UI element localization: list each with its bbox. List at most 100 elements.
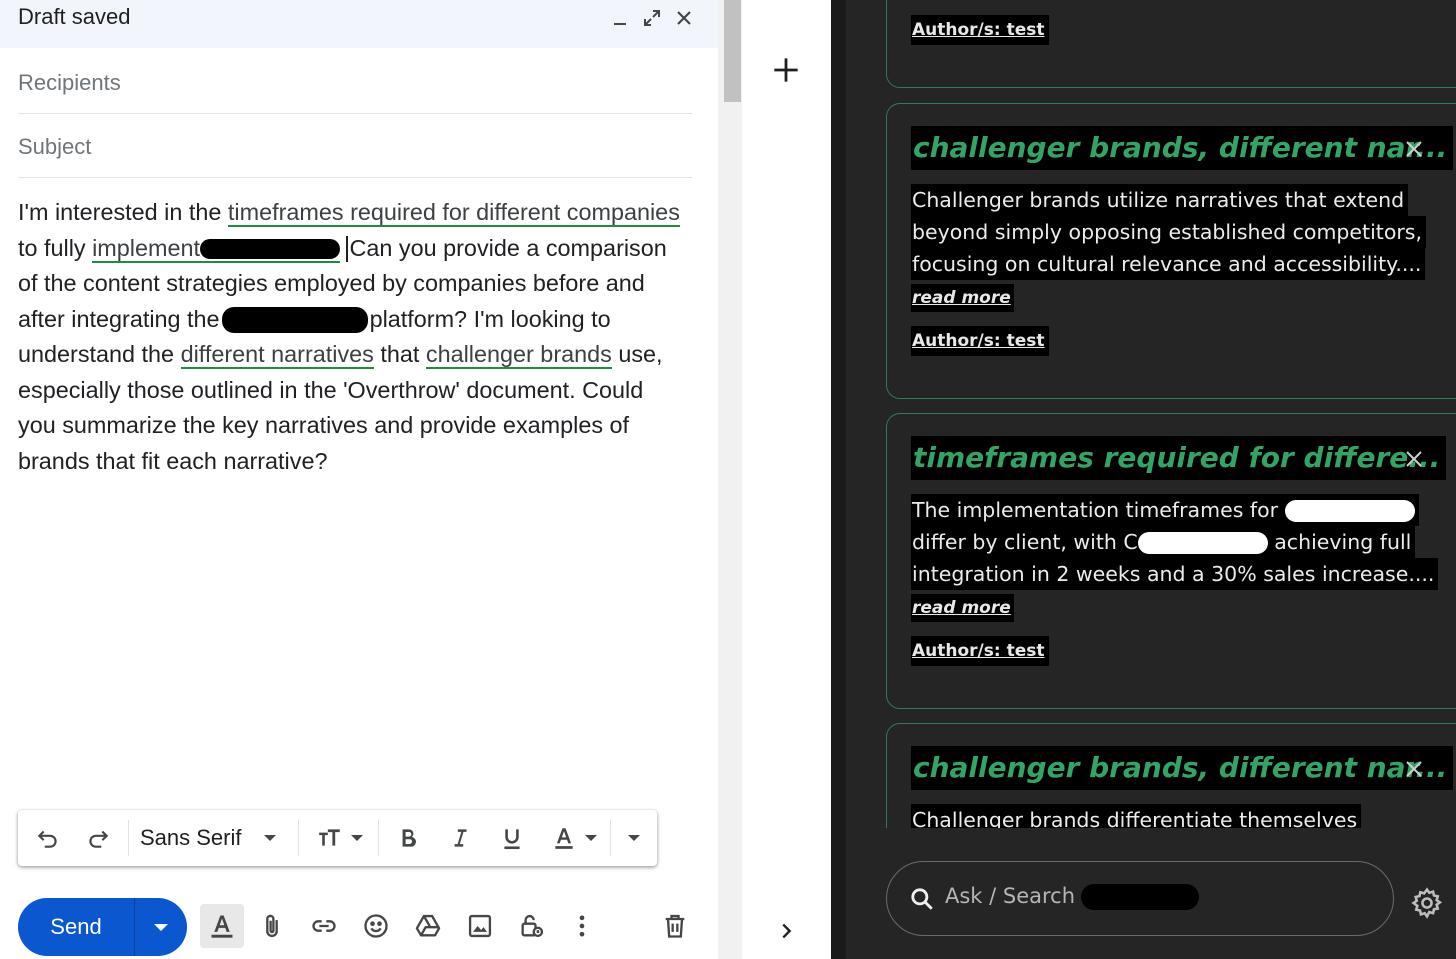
text-color-icon (555, 828, 573, 849)
formatting-toolbar: Sans Serif (18, 810, 657, 866)
body-text-segment: I'm interested in the (18, 199, 228, 225)
compose-scrollbar-thumb[interactable] (724, 0, 741, 102)
minimize-icon[interactable] (608, 6, 632, 30)
font-size-select[interactable] (310, 822, 370, 854)
undo-icon[interactable] (32, 822, 64, 854)
grammar-suggestion[interactable]: challenger brands (425, 341, 612, 369)
body-text-segment: platform? I'm looking to (369, 305, 611, 332)
expand-icon[interactable] (640, 6, 664, 30)
toolbar-divider (378, 820, 379, 856)
add-icon[interactable] (770, 54, 802, 86)
result-card: Author/s: test (886, 0, 1456, 88)
font-family-label: Sans Serif (140, 825, 242, 850)
drive-icon[interactable] (408, 906, 448, 946)
toolbar-divider (610, 820, 611, 856)
summary-text: The implementation timeframes for (912, 498, 1279, 522)
summary-line: focusing on cultural relevance and acces… (911, 248, 1426, 280)
compose-title: Draft saved (18, 4, 131, 29)
body-text-segment: to fully (18, 234, 93, 261)
body-text-segment: use, (611, 341, 663, 367)
body-text-segment: Can you provide a comparison (349, 234, 667, 261)
italic-icon[interactable] (444, 822, 476, 854)
card-title[interactable]: challenger brands, different nar... (911, 746, 1454, 790)
body-line: of the content strategies employed by co… (18, 270, 645, 296)
subject-field[interactable]: Subject (18, 114, 692, 178)
card-summary: The implementation timeframes for differ… (911, 494, 1439, 590)
emoji-icon[interactable] (356, 906, 396, 946)
body-text-segment: that (373, 341, 426, 367)
font-family-select[interactable]: Sans Serif (140, 822, 290, 854)
compose-window: Draft saved Recipients Subject I'm inter… (0, 0, 718, 959)
recipients-field[interactable]: Recipients (18, 50, 692, 114)
card-title[interactable]: challenger brands, different nar... (911, 126, 1454, 170)
settings-gear-icon[interactable] (1408, 884, 1446, 922)
result-card: timeframes required for differe... The i… (886, 413, 1456, 709)
close-icon[interactable] (1399, 134, 1429, 164)
close-icon[interactable] (1399, 444, 1429, 474)
author-link[interactable]: Author/s: test (911, 15, 1049, 45)
close-icon[interactable] (1399, 754, 1429, 784)
confidential-mode-icon[interactable] (512, 906, 552, 946)
toolbar-divider (128, 820, 129, 856)
schedule-send-button[interactable] (135, 898, 187, 956)
underline-icon[interactable] (496, 822, 528, 854)
summary-line: integration in 2 weeks and a 30% sales i… (911, 558, 1439, 590)
close-icon[interactable] (672, 6, 696, 30)
summary-text: achieving full (1274, 530, 1412, 554)
result-card: challenger brands, different nar... Chal… (886, 723, 1456, 828)
insert-photo-icon[interactable] (460, 906, 500, 946)
message-body[interactable]: I'm interested in the timeframes require… (18, 195, 708, 479)
chevron-down-icon (351, 835, 363, 841)
redaction-mark (1137, 532, 1268, 554)
redaction-mark (200, 239, 341, 260)
read-more-link[interactable]: read more (911, 594, 1014, 622)
text-color-select[interactable] (548, 822, 600, 854)
grammar-suggestion[interactable]: different narratives (180, 341, 374, 369)
text-size-icon (319, 829, 340, 846)
formatting-options-icon[interactable] (200, 904, 244, 948)
search-icon (911, 888, 933, 910)
body-text-segment: understand the (18, 341, 181, 367)
summary-line: Challenger brands utilize narratives tha… (911, 184, 1409, 216)
more-formatting-button[interactable] (618, 822, 650, 854)
compose-scrollbar[interactable] (718, 0, 742, 959)
summary-text: differ by client, with C (912, 530, 1138, 554)
compose-header: Draft saved (0, 0, 718, 48)
card-summary: Challenger brands utilize narratives tha… (911, 184, 1431, 280)
body-line: to fully implement Can you provide a comp… (18, 231, 708, 267)
grammar-suggestion[interactable]: timeframes required for different compan… (227, 199, 680, 227)
result-card: challenger brands, different nar... Chal… (886, 103, 1456, 399)
insert-link-icon[interactable] (304, 906, 344, 946)
body-line: you summarize the key narratives and pro… (18, 412, 630, 438)
text-cursor (346, 236, 348, 263)
chevron-down-icon (585, 835, 597, 841)
redaction-mark (221, 307, 368, 334)
card-title[interactable]: timeframes required for differe... (911, 436, 1447, 480)
chevron-down-icon (154, 923, 168, 931)
author-link[interactable]: Author/s: test (911, 636, 1049, 666)
summary-line: Challenger brands differentiate themselv… (911, 804, 1362, 828)
search-placeholder-text: Ask / Search (945, 884, 1076, 908)
subject-placeholder: Subject (18, 134, 92, 159)
attach-file-icon[interactable] (252, 906, 292, 946)
redaction-mark (1081, 884, 1200, 910)
send-button[interactable]: Send (18, 898, 134, 956)
side-rail (742, 0, 832, 959)
author-link[interactable]: Author/s: test (911, 326, 1049, 356)
read-more-link[interactable]: read more (911, 284, 1014, 312)
toolbar-divider (298, 820, 299, 856)
discard-draft-icon[interactable] (655, 906, 695, 946)
grammar-suggestion[interactable]: implement (92, 234, 341, 263)
more-options-icon[interactable] (562, 906, 602, 946)
recipients-placeholder: Recipients (18, 70, 121, 95)
bold-icon[interactable] (392, 822, 424, 854)
summary-line: The implementation timeframes for (911, 494, 1419, 526)
search-input[interactable]: Ask / Search (886, 861, 1394, 936)
body-text-segment: after integrating the (18, 305, 220, 332)
search-placeholder: Ask / Search (945, 884, 1200, 910)
body-line: especially those outlined in the 'Overth… (18, 376, 644, 403)
redo-icon[interactable] (82, 822, 114, 854)
body-text-segment: implement (92, 234, 201, 261)
results-list: Author/s: test challenger brands, differ… (846, 0, 1456, 828)
chevron-right-icon[interactable] (772, 916, 800, 946)
